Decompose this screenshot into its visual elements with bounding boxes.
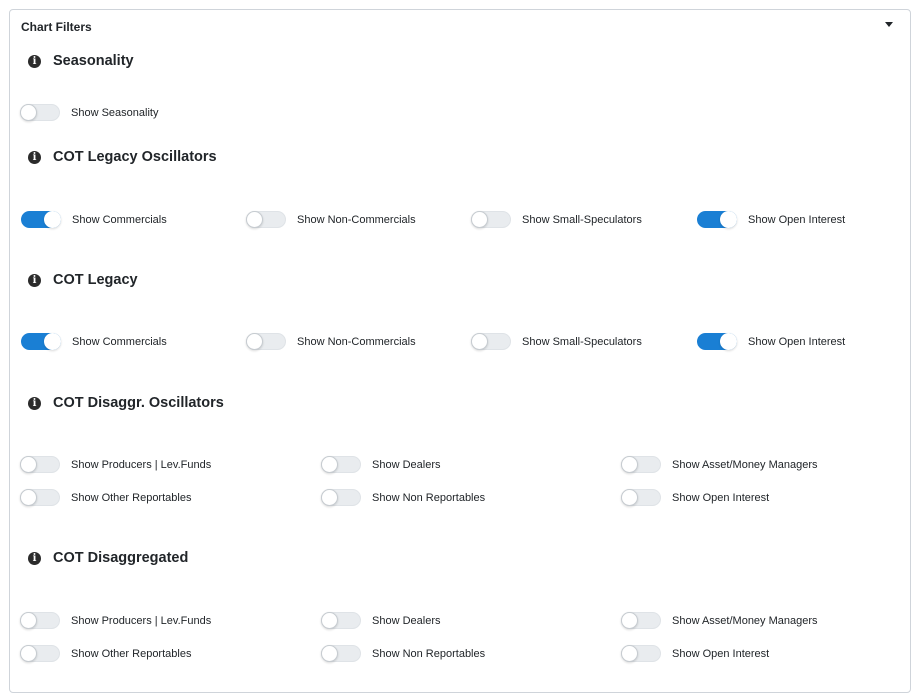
- toggle-label: Show Non-Commercials: [297, 213, 416, 226]
- toggle-label: Show Dealers: [372, 458, 441, 471]
- info-icon[interactable]: i: [28, 150, 41, 164]
- toggle-switch[interactable]: [621, 645, 661, 662]
- toggle-label: Show Other Reportables: [71, 647, 192, 660]
- toggle-label: Show Dealers: [372, 614, 441, 627]
- toggle-switch[interactable]: [321, 489, 361, 506]
- toggle-label: Show Commercials: [72, 335, 167, 348]
- section-title: COT Disaggregated: [53, 550, 189, 566]
- toggle-switch[interactable]: [697, 211, 737, 228]
- toggle-show-asset-money-managers[interactable]: Show Asset/Money Managers: [621, 612, 818, 629]
- toggle-switch[interactable]: [20, 645, 60, 662]
- toggle-show-other-reportables[interactable]: Show Other Reportables: [20, 489, 191, 506]
- toggle-show-small-speculators[interactable]: Show Small-Speculators: [471, 333, 642, 350]
- toggle-show-commercials[interactable]: Show Commercials: [21, 333, 167, 350]
- toggle-show-small-speculators[interactable]: Show Small-Speculators: [471, 211, 642, 228]
- info-icon[interactable]: i: [28, 551, 41, 565]
- toggle-label: Show Non Reportables: [372, 491, 486, 504]
- section-header-cot-legacy: i COT Legacy: [28, 272, 138, 288]
- toggle-show-non-reportables[interactable]: Show Non Reportables: [321, 645, 485, 662]
- toggle-switch[interactable]: [621, 612, 661, 629]
- toggle-switch[interactable]: [321, 612, 361, 629]
- toggle-show-seasonality[interactable]: Show Seasonality: [20, 104, 158, 121]
- toggle-switch[interactable]: [471, 333, 511, 350]
- toggle-label: Show Small-Speculators: [522, 213, 642, 226]
- toggle-switch[interactable]: [20, 104, 60, 121]
- toggle-label: Show Open Interest: [748, 335, 846, 348]
- caret-down-icon[interactable]: [885, 22, 893, 27]
- toggle-show-commercials[interactable]: Show Commercials: [21, 211, 167, 228]
- section-header-cot-legacy-oscillators: i COT Legacy Oscillators: [28, 149, 217, 165]
- section-header-seasonality: i Seasonality: [28, 53, 134, 69]
- toggle-switch[interactable]: [321, 645, 361, 662]
- toggle-label: Show Other Reportables: [71, 491, 192, 504]
- toggle-switch[interactable]: [20, 612, 60, 629]
- info-icon[interactable]: i: [28, 273, 41, 287]
- toggle-show-dealers[interactable]: Show Dealers: [321, 612, 440, 629]
- toggle-switch[interactable]: [246, 211, 286, 228]
- toggle-label: Show Non-Commercials: [297, 335, 416, 348]
- section-header-cot-disaggregated: i COT Disaggregated: [28, 550, 188, 566]
- toggle-show-asset-money-managers[interactable]: Show Asset/Money Managers: [621, 456, 818, 473]
- toggle-show-non-commercials[interactable]: Show Non-Commercials: [246, 333, 416, 350]
- toggle-show-open-interest[interactable]: Show Open Interest: [621, 645, 769, 662]
- section-title: COT Legacy: [53, 272, 138, 288]
- section-title: COT Disaggr. Oscillators: [53, 395, 224, 411]
- toggle-switch[interactable]: [21, 211, 61, 228]
- section-title: COT Legacy Oscillators: [53, 149, 217, 165]
- toggle-label: Show Non Reportables: [372, 647, 486, 660]
- toggle-switch[interactable]: [20, 489, 60, 506]
- toggle-label: Show Producers | Lev.Funds: [71, 614, 212, 627]
- toggle-label: Show Asset/Money Managers: [672, 614, 818, 627]
- info-icon[interactable]: i: [28, 396, 41, 410]
- toggle-switch[interactable]: [621, 456, 661, 473]
- toggle-show-non-commercials[interactable]: Show Non-Commercials: [246, 211, 416, 228]
- toggle-switch[interactable]: [246, 333, 286, 350]
- panel-title: Chart Filters: [21, 20, 92, 34]
- toggle-show-other-reportables[interactable]: Show Other Reportables: [20, 645, 191, 662]
- toggle-label: Show Open Interest: [748, 213, 846, 226]
- toggle-show-open-interest[interactable]: Show Open Interest: [621, 489, 769, 506]
- info-icon[interactable]: i: [28, 54, 41, 68]
- toggle-label: Show Small-Speculators: [522, 335, 642, 348]
- toggle-label: Show Asset/Money Managers: [672, 458, 818, 471]
- toggle-show-non-reportables[interactable]: Show Non Reportables: [321, 489, 485, 506]
- section-title: Seasonality: [53, 53, 134, 69]
- toggle-switch[interactable]: [21, 333, 61, 350]
- toggle-label: Show Open Interest: [672, 647, 770, 660]
- toggle-label: Show Commercials: [72, 213, 167, 226]
- toggle-show-open-interest[interactable]: Show Open Interest: [697, 211, 845, 228]
- toggle-show-open-interest[interactable]: Show Open Interest: [697, 333, 845, 350]
- toggle-show-dealers[interactable]: Show Dealers: [321, 456, 440, 473]
- toggle-label: Show Seasonality: [71, 106, 159, 119]
- toggle-show-producers-lev-funds[interactable]: Show Producers | Lev.Funds: [20, 456, 211, 473]
- section-header-cot-disaggr-oscillators: i COT Disaggr. Oscillators: [28, 395, 224, 411]
- toggle-switch[interactable]: [321, 456, 361, 473]
- toggle-show-producers-lev-funds[interactable]: Show Producers | Lev.Funds: [20, 612, 211, 629]
- toggle-label: Show Open Interest: [672, 491, 770, 504]
- toggle-switch[interactable]: [20, 456, 60, 473]
- toggle-label: Show Producers | Lev.Funds: [71, 458, 212, 471]
- toggle-switch[interactable]: [471, 211, 511, 228]
- toggle-switch[interactable]: [621, 489, 661, 506]
- toggle-switch[interactable]: [697, 333, 737, 350]
